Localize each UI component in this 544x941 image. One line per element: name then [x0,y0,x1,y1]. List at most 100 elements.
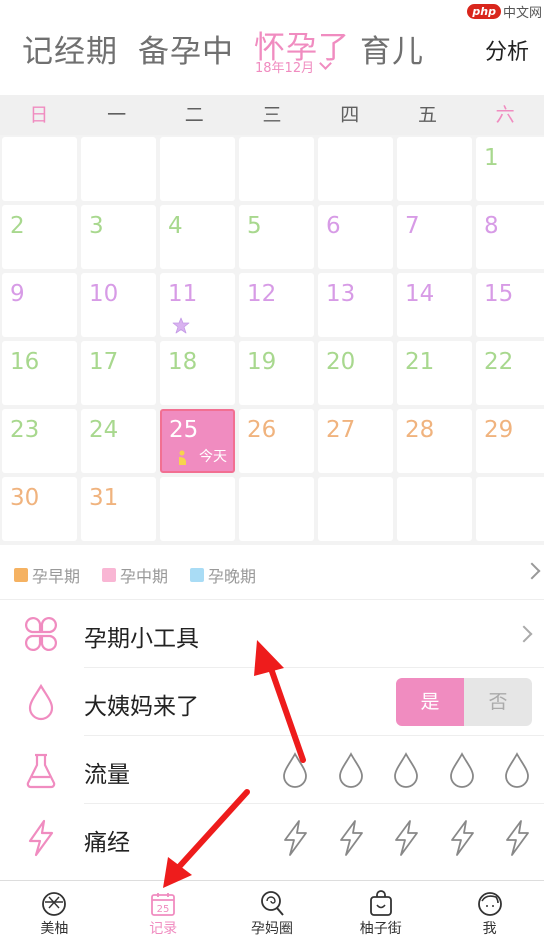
calendar-day[interactable]: 20 [318,341,393,405]
nav-mom-circle[interactable]: 孕妈圈 [218,881,327,941]
drop-icon[interactable] [502,750,532,790]
calendar-day[interactable]: 2 [2,205,77,269]
yes-option[interactable]: 是 [396,678,464,726]
calendar-day[interactable]: 24 [81,409,156,473]
cramps-level-selector[interactable] [280,818,540,858]
lightning-icon[interactable] [391,818,421,858]
month-selector[interactable]: 18年12月 [255,57,332,76]
weekday-wed: 三 [262,104,282,126]
weekday-tue: 二 [184,104,204,126]
day-number: 8 [484,213,499,239]
weekday-header: 日 一 二 三 四 五 六 [0,95,544,135]
weekday-mon: 一 [107,104,127,126]
day-number: 3 [89,213,104,239]
day-number: 31 [89,485,119,511]
legend-early: 孕早期 [14,563,80,587]
calendar-day[interactable]: 29 [476,409,544,473]
analyze-button[interactable]: 分析 [485,34,529,66]
drop-icon[interactable] [280,750,310,790]
calendar-day[interactable]: 28 [397,409,472,473]
drop-icon[interactable] [391,750,421,790]
legend-label: 孕晚期 [208,567,257,586]
calendar-day[interactable]: 22 [476,341,544,405]
nav-label: 记录 [149,921,178,937]
lightning-icon[interactable] [502,818,532,858]
pregnant-mom-icon [179,450,186,465]
nav-shop[interactable]: 柚子街 [326,881,435,941]
calendar-day[interactable]: 8 [476,205,544,269]
calendar-day[interactable]: 26 [239,409,314,473]
calendar-icon: 25 [151,893,176,916]
calendar-day-today[interactable]: 今天 25 [160,409,235,473]
calendar-day[interactable]: 27 [318,409,393,473]
calendar-day[interactable]: 17 [81,341,156,405]
day-number: 26 [247,417,277,443]
day-number: 28 [405,417,435,443]
calendar-day[interactable]: 12 [239,273,314,337]
calendar-empty-cell [318,477,393,541]
lightning-icon[interactable] [447,818,477,858]
trimester-legend[interactable]: 孕早期 孕中期 孕晚期 [0,545,544,600]
drop-icon[interactable] [336,750,366,790]
nav-record[interactable]: 25 记录 [109,881,218,941]
bottom-navigation: 美柚 25 记录 孕妈圈 柚子街 我 [0,880,544,941]
day-number: 11 [168,281,198,307]
lightning-icon[interactable] [336,818,366,858]
tab-trying-to-conceive[interactable]: 备孕中 [138,26,234,71]
calendar-day[interactable]: 18 [160,341,235,405]
day-number: 12 [247,281,277,307]
day-number: 14 [405,281,435,307]
calendar-day[interactable]: 31 [81,477,156,541]
calendar-day[interactable]: 4 [160,205,235,269]
cramps-label: 痛经 [84,830,130,856]
calendar-day[interactable]: 13 [318,273,393,337]
calendar-day[interactable]: 5 [239,205,314,269]
legend-swatch [14,568,28,582]
calendar-day[interactable]: 6 [318,205,393,269]
legend-label: 孕中期 [120,567,169,586]
flow-level-selector[interactable] [280,750,540,790]
calendar-day[interactable]: 9 [2,273,77,337]
calendar-icon-date: 25 [157,904,170,915]
calendar-empty-cell [397,137,472,201]
calendar-day[interactable]: 30 [2,477,77,541]
calendar-empty-cell [239,477,314,541]
nav-me[interactable]: 我 [435,881,544,941]
calendar-day[interactable]: 11 [160,273,235,337]
day-number: 22 [484,349,514,375]
no-option[interactable]: 否 [464,678,532,726]
legend-label: 孕早期 [32,567,81,586]
lollipop-icon [261,891,284,916]
grapefruit-icon [42,892,67,916]
nav-label: 孕妈圈 [250,921,293,937]
calendar-day[interactable]: 19 [239,341,314,405]
pregnancy-tools-row[interactable]: 孕期小工具 [0,600,544,668]
calendar-day[interactable]: 1 [476,137,544,201]
nav-meiyou[interactable]: 美柚 [0,881,109,941]
cramps-row: 痛经 [0,804,544,872]
day-number: 23 [10,417,40,443]
calendar-day[interactable]: 21 [397,341,472,405]
calendar-day[interactable]: 14 [397,273,472,337]
calendar-empty-cell [318,137,393,201]
nav-label: 美柚 [40,921,69,937]
calendar-day[interactable]: 7 [397,205,472,269]
flower-icon [172,317,190,334]
calendar-day[interactable]: 23 [2,409,77,473]
day-number: 2 [10,213,25,239]
day-number: 9 [10,281,25,307]
tab-parenting[interactable]: 育儿 [360,26,424,71]
day-number: 13 [326,281,356,307]
calendar-day[interactable]: 10 [81,273,156,337]
calendar-day[interactable]: 15 [476,273,544,337]
calendar-day[interactable]: 3 [81,205,156,269]
day-number: 27 [326,417,356,443]
calendar-day[interactable]: 16 [2,341,77,405]
tab-period-tracking[interactable]: 记经期 [22,26,118,71]
chevron-right-icon[interactable] [523,562,541,580]
chevron-down-icon [319,57,332,70]
drop-icon[interactable] [447,750,477,790]
period-row: 大姨妈来了 是 否 [0,668,544,736]
lightning-icon[interactable] [280,818,310,858]
period-toggle[interactable]: 是 否 [396,678,532,726]
